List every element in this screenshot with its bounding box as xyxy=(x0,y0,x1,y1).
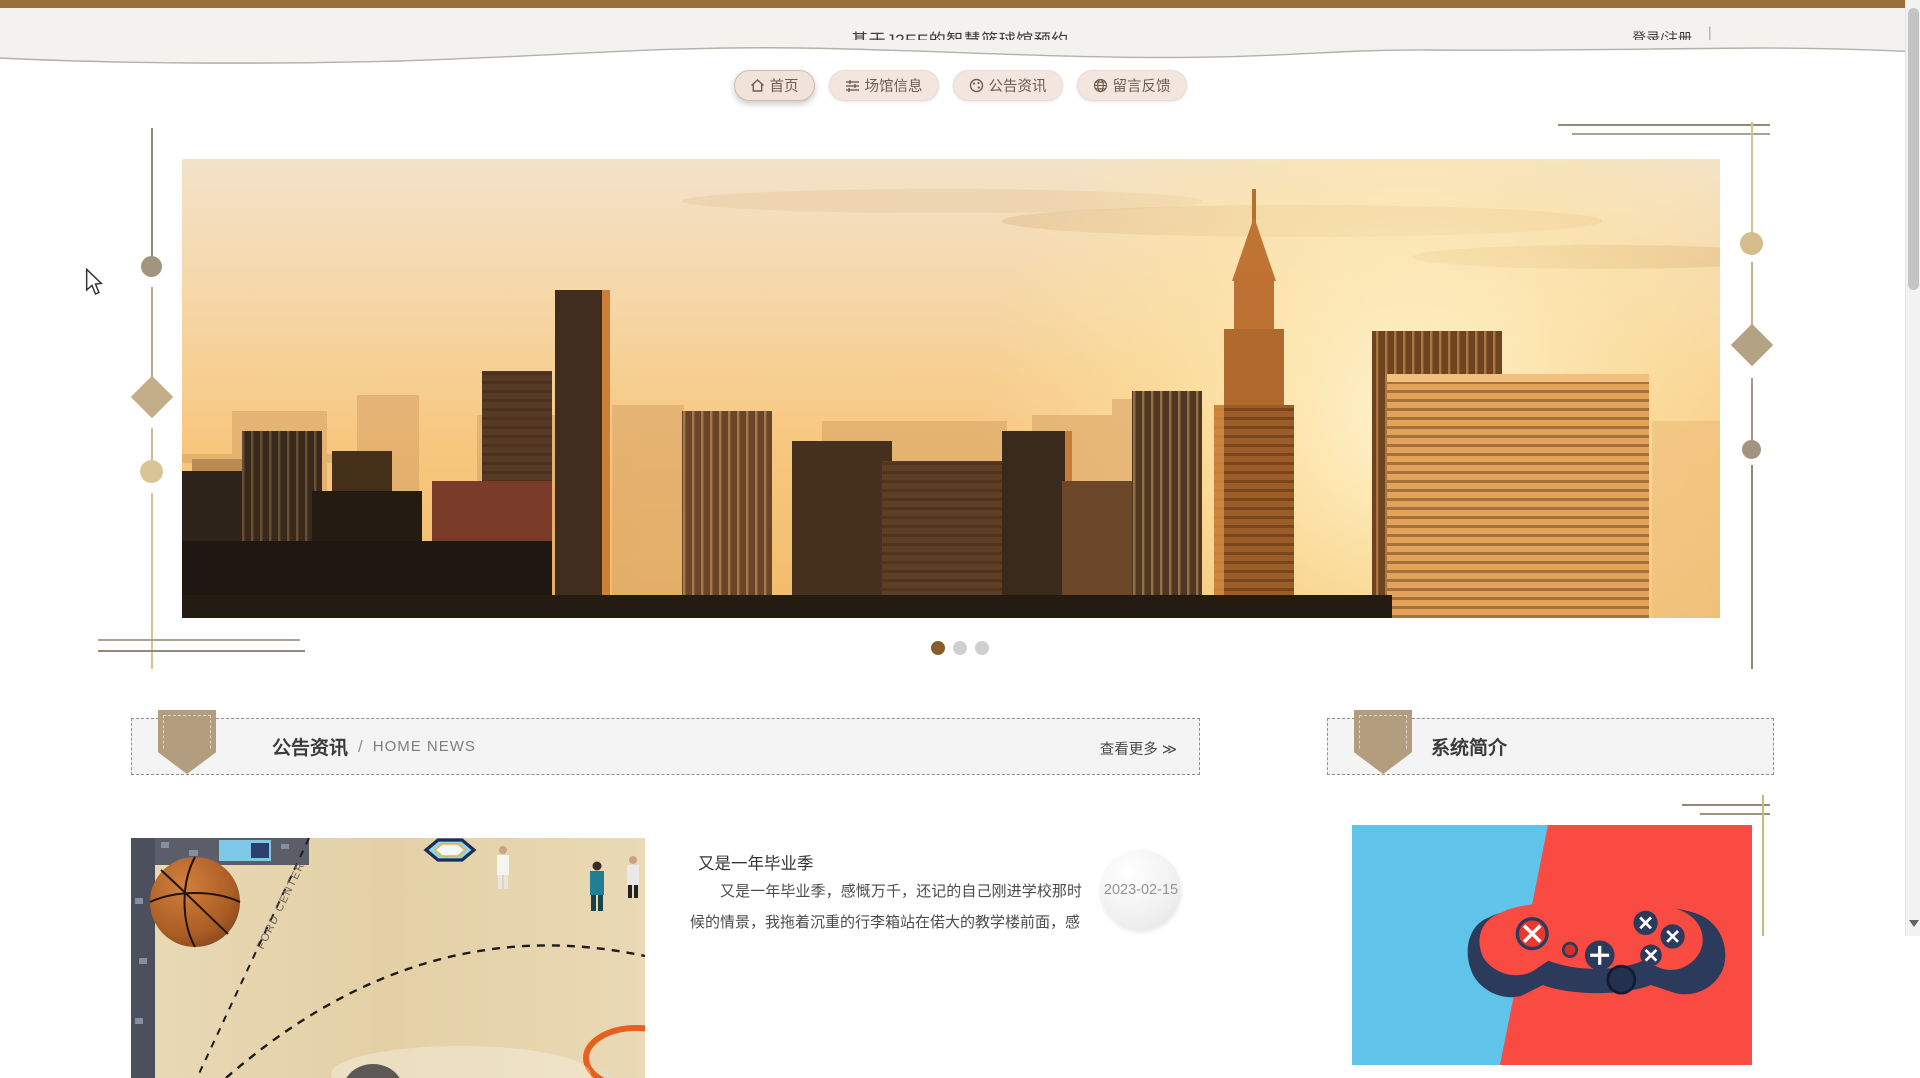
nav-label: 首页 xyxy=(769,79,799,95)
hero-carousel-slide xyxy=(182,159,1720,618)
basketball-court-image: FORD CENTER xyxy=(131,838,645,1078)
news-article-date: 2023-02-15 xyxy=(1103,882,1179,898)
news-article-thumbnail[interactable]: FORD CENTER xyxy=(131,838,645,1078)
section-badge-icon xyxy=(1354,710,1412,774)
nav-item-home[interactable]: 首页 xyxy=(733,70,815,101)
intro-section-image xyxy=(1352,825,1752,1065)
double-chevron-icon: ≫ xyxy=(1161,742,1177,758)
nav-label: 公告资讯 xyxy=(988,79,1047,95)
nav-item-venues[interactable]: 场馆信息 xyxy=(828,70,939,101)
news-section-title-en: HOME NEWS xyxy=(372,738,476,755)
carousel-dots xyxy=(0,641,1920,655)
carousel-dot-3[interactable] xyxy=(975,641,989,655)
top-accent-bar xyxy=(0,0,1920,8)
scrollbar-track xyxy=(1905,0,1920,936)
intro-section-title: 系统简介 xyxy=(1431,738,1508,759)
scrollbar-thumb[interactable] xyxy=(1908,8,1919,290)
intro-section-header: 系统简介 xyxy=(1327,710,1774,775)
main-nav: 首页 场馆信息 公告资讯 留言反馈 xyxy=(0,70,1920,101)
section-badge-icon xyxy=(158,710,216,774)
home-icon xyxy=(750,78,765,93)
city-skyline-image xyxy=(182,159,1720,618)
view-more-link[interactable]: 查看更多 ≫ xyxy=(1100,738,1177,759)
globe-icon xyxy=(1093,78,1108,93)
news-article-date-badge: 2023-02-15 xyxy=(1101,850,1181,930)
news-article-excerpt: 又是一年毕业季，感慨万千，还记的自己刚进学校那时候的情景，我拖着沉重的行李箱站在… xyxy=(690,883,1082,931)
section-separator: / xyxy=(358,736,363,756)
game-controller-image xyxy=(1352,825,1752,1065)
nav-item-feedback[interactable]: 留言反馈 xyxy=(1076,70,1187,101)
palette-icon xyxy=(969,78,984,93)
nav-label: 场馆信息 xyxy=(864,79,923,95)
news-section-title-cn: 公告资讯 xyxy=(272,738,349,759)
news-section-header: 公告资讯 / HOME NEWS 查看更多 ≫ xyxy=(131,710,1200,775)
scrollbar-down-arrow-icon[interactable] xyxy=(1909,920,1919,927)
mouse-cursor xyxy=(84,267,104,301)
carousel-dot-2[interactable] xyxy=(953,641,967,655)
nav-label: 留言反馈 xyxy=(1112,79,1171,95)
sliders-icon xyxy=(845,78,860,93)
carousel-dot-1[interactable] xyxy=(931,641,945,655)
nav-item-news[interactable]: 公告资讯 xyxy=(952,70,1063,101)
news-article-title[interactable]: 又是一年毕业季 xyxy=(698,850,814,874)
